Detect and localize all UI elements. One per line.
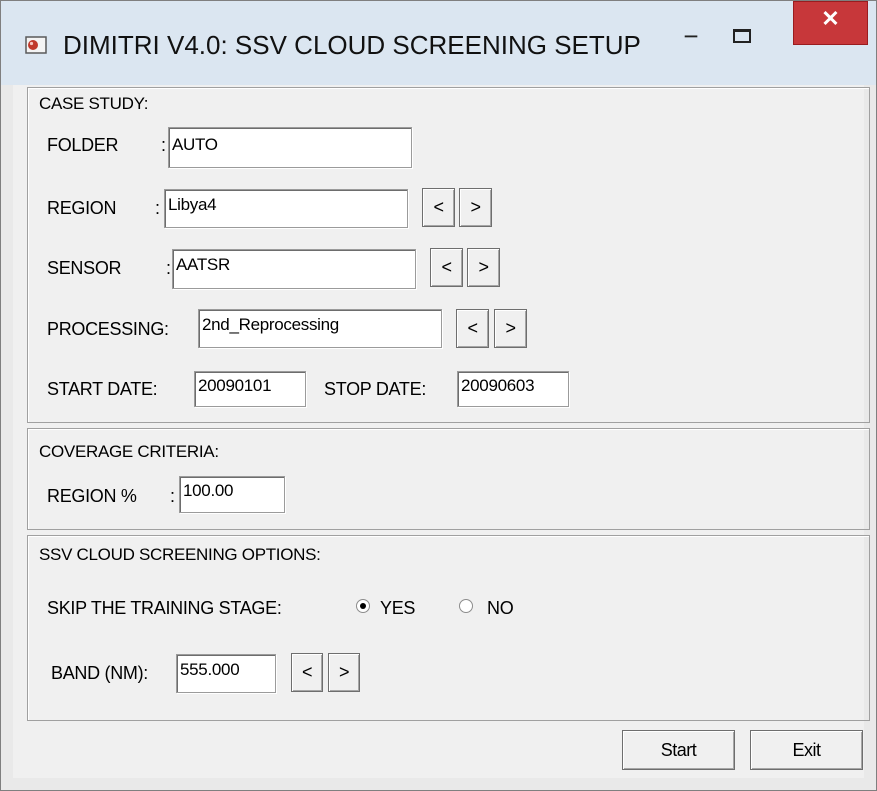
- start-date-label: START DATE:: [47, 379, 158, 399]
- sensor-label: SENSOR: [47, 258, 122, 278]
- stop-date-field[interactable]: 20090603: [457, 371, 569, 407]
- band-prev-button[interactable]: <: [291, 653, 323, 692]
- processing-next-button[interactable]: >: [494, 309, 527, 348]
- exit-button[interactable]: Exit: [750, 730, 863, 770]
- client-area: CASE STUDY: FOLDER : AUTO REGION : Libya…: [13, 85, 870, 778]
- yes-radio[interactable]: [356, 599, 370, 613]
- skip-training-label: SKIP THE TRAINING STAGE:: [47, 598, 282, 618]
- minimize-button[interactable]: −: [677, 23, 705, 49]
- processing-field[interactable]: 2nd_Reprocessing: [198, 309, 442, 348]
- maximize-button[interactable]: [727, 23, 755, 49]
- yes-label[interactable]: YES: [380, 598, 415, 619]
- region-prev-button[interactable]: <: [422, 188, 455, 227]
- title-bar[interactable]: DIMITRI V4.0: SSV CLOUD SCREENING SETUP …: [1, 1, 876, 85]
- region-field[interactable]: Libya4: [164, 189, 408, 228]
- band-label: BAND (NM):: [51, 663, 148, 683]
- folder-sep: :: [161, 135, 166, 155]
- window-title: DIMITRI V4.0: SSV CLOUD SCREENING SETUP: [63, 30, 641, 60]
- band-field[interactable]: 555.000: [176, 654, 276, 693]
- sensor-sep: :: [166, 258, 171, 278]
- app-icon: [25, 36, 47, 54]
- region-label: REGION: [47, 198, 117, 218]
- processing-label: PROCESSING:: [47, 319, 169, 339]
- close-icon: ✕: [821, 6, 840, 31]
- region-pct-field[interactable]: 100.00: [179, 476, 285, 513]
- stop-date-label: STOP DATE:: [324, 379, 427, 399]
- close-button[interactable]: ✕: [793, 1, 868, 45]
- processing-prev-button[interactable]: <: [456, 309, 489, 348]
- no-radio[interactable]: [459, 599, 473, 613]
- region-sep: :: [155, 198, 160, 218]
- region-pct-label: REGION %: [47, 486, 137, 506]
- sensor-prev-button[interactable]: <: [430, 248, 463, 287]
- start-button[interactable]: Start: [622, 730, 735, 770]
- sensor-next-button[interactable]: >: [467, 248, 500, 287]
- region-next-button[interactable]: >: [459, 188, 492, 227]
- folder-field[interactable]: AUTO: [168, 127, 412, 168]
- case-study-title: CASE STUDY:: [39, 94, 149, 113]
- folder-label: FOLDER: [47, 135, 119, 155]
- no-label[interactable]: NO: [487, 598, 514, 619]
- maximize-icon: [733, 29, 751, 43]
- sensor-field[interactable]: AATSR: [172, 249, 416, 289]
- coverage-title: COVERAGE CRITERIA:: [39, 442, 219, 461]
- region-pct-sep: :: [170, 486, 175, 506]
- band-next-button[interactable]: >: [328, 653, 360, 692]
- setup-window: DIMITRI V4.0: SSV CLOUD SCREENING SETUP …: [0, 0, 877, 791]
- ssv-title: SSV CLOUD SCREENING OPTIONS:: [39, 545, 321, 564]
- radio-dot: [360, 603, 366, 609]
- start-date-field[interactable]: 20090101: [194, 371, 306, 407]
